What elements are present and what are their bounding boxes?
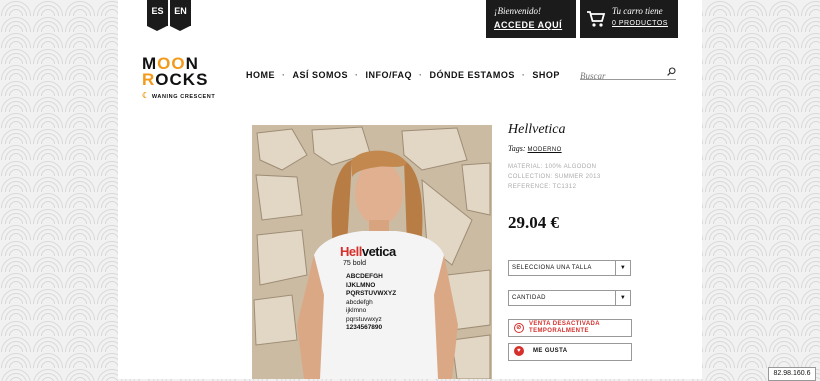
search-input[interactable] (580, 71, 660, 81)
reference-text: REFERENCE: TC1312 (508, 184, 577, 190)
sale-disabled-button[interactable]: ⊘ VENTA DESACTIVADA TEMPORALMENTE (508, 319, 632, 337)
lang-es[interactable]: ES (147, 0, 168, 31)
shirt-print-weight: 75 bold (343, 260, 366, 267)
shirt-print-body: ABCDEFGH IJKLMNO PQRSTUVWXYZ abcdefgh ijklm… (346, 273, 397, 331)
block-icon: ⊘ (514, 323, 524, 333)
nav-info-faq[interactable]: INFO/FAQ (366, 70, 413, 80)
page-container: ES EN ¡Bienvenido! ACCEDE AQUÍ Tu carro … (118, 0, 702, 379)
tag-link-moderno[interactable]: MODERNO (528, 147, 562, 153)
cart-icon (587, 11, 606, 27)
cart-count[interactable]: 0 PRODUCTOS (612, 20, 668, 27)
product-title: Hellvetica (508, 122, 566, 137)
cart-box[interactable]: Tu carro tiene 0 PRODUCTOS (580, 0, 678, 38)
shirt-print-title: Hellvetica (340, 244, 396, 259)
like-button[interactable]: ♥ ME GUSTA (508, 343, 632, 361)
heart-icon: ♥ (514, 346, 524, 356)
logo[interactable]: MOON ROCKS ☾ WANING CRESCENT (142, 55, 224, 100)
welcome-text: ¡Bienvenido! (494, 6, 541, 16)
nav-donde-estamos[interactable]: DÓNDE ESTAMOS (430, 70, 515, 80)
product-photo[interactable]: Hellvetica 75 bold ABCDEFGH IJKLMNO PQRSTU… (252, 125, 492, 379)
collection-text: COLLECTION: SUMMER 2013 (508, 174, 601, 180)
nav-asi-somos[interactable]: ASÍ SOMOS (293, 70, 349, 80)
product-price: 29.04 € (508, 213, 559, 232)
moon-icon: ☾ (142, 91, 150, 100)
logo-tagline: ☾ WANING CRESCENT (142, 91, 216, 100)
material-text: MATERIAL: 100% ALGODON (508, 164, 597, 170)
logo-line-2: ROCKS (142, 70, 209, 89)
quantity-select[interactable]: CANTIDAD ▼ (508, 290, 631, 306)
nav-home[interactable]: HOME (246, 70, 275, 80)
main-nav: HOME · ASÍ SOMOS · INFO/FAQ · DÓNDE ESTAMOS… (246, 70, 560, 80)
size-select[interactable]: SELECCIONA UNA TALLA ▼ (508, 260, 631, 276)
lang-en[interactable]: EN (170, 0, 191, 31)
search-icon[interactable] (667, 67, 676, 76)
chevron-down-icon: ▼ (615, 291, 630, 305)
search-box (580, 66, 676, 81)
cart-label: Tu carro tiene (612, 6, 663, 16)
product-meta: MATERIAL: 100% ALGODON COLLECTION: SUMME… (508, 162, 601, 192)
nav-shop[interactable]: SHOP (532, 70, 560, 80)
login-box[interactable]: ¡Bienvenido! ACCEDE AQUÍ (486, 0, 576, 38)
chevron-down-icon: ▼ (615, 261, 630, 275)
product-tags: Tags: MODERNO (508, 144, 562, 153)
login-link[interactable]: ACCEDE AQUÍ (494, 20, 562, 30)
